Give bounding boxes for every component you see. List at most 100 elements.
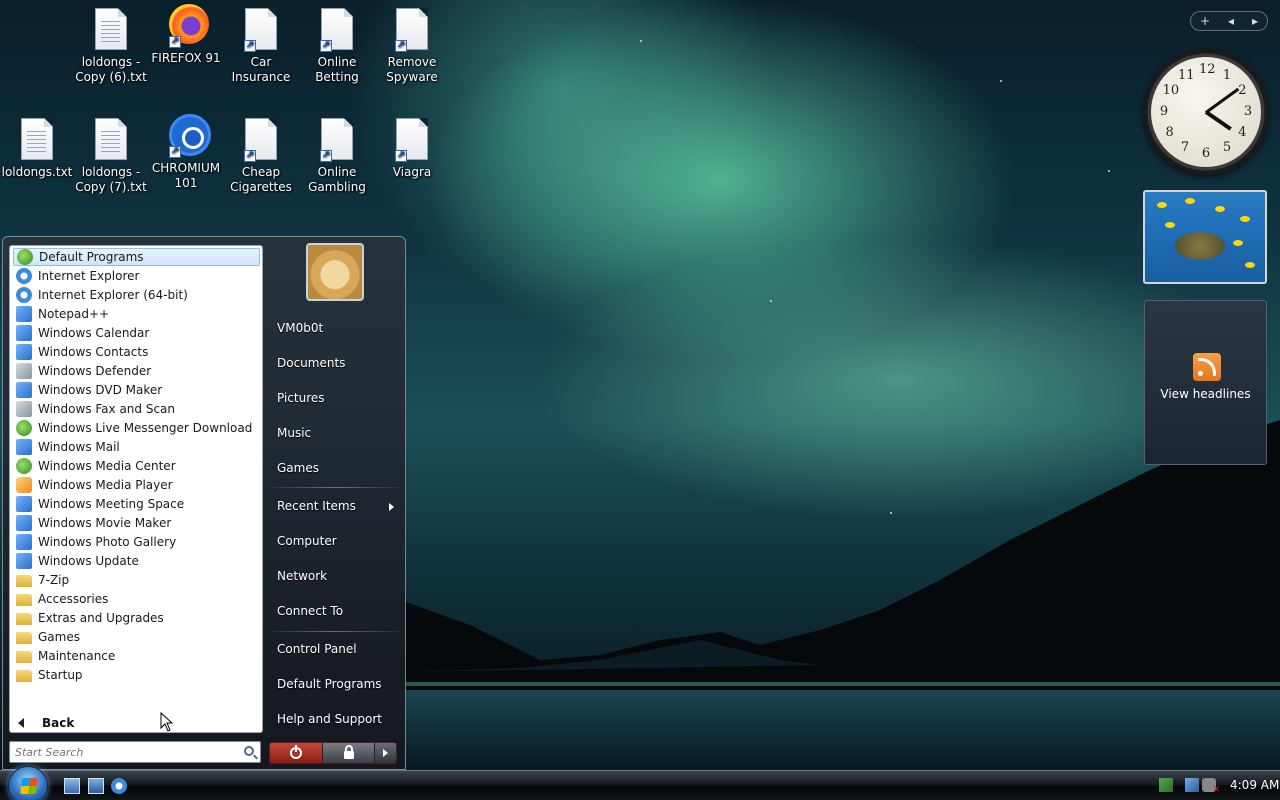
program-item[interactable]: Internet Explorer (64-bit) xyxy=(13,286,260,304)
start-menu: Back Default Programs Internet Explorer In… xyxy=(2,236,406,770)
program-item[interactable]: Windows Update xyxy=(13,552,260,570)
program-item[interactable]: Maintenance xyxy=(13,647,260,665)
music-link[interactable]: Music xyxy=(277,426,311,440)
shortcut-arrow-icon: ↗ xyxy=(244,150,256,162)
program-label: Windows Fax and Scan xyxy=(38,402,176,416)
games-link[interactable]: Games xyxy=(277,461,319,475)
program-item[interactable]: Extras and Upgrades xyxy=(13,609,260,627)
program-item[interactable]: Windows Defender xyxy=(13,362,260,380)
desktop-icon-online-betting[interactable]: ↗ Online Betting xyxy=(297,8,377,85)
clock-gadget[interactable]: 12 1 2 3 4 5 6 7 8 9 10 11 xyxy=(1143,49,1269,175)
desktop-icon-loldongs-copy-7[interactable]: loldongs - Copy (7).txt xyxy=(71,118,151,195)
mouse-cursor-icon xyxy=(160,712,174,732)
slideshow-gadget[interactable] xyxy=(1143,190,1267,284)
program-item[interactable]: Windows Media Player xyxy=(13,476,260,494)
internet-explorer-icon[interactable] xyxy=(111,778,127,794)
add-gadget-button[interactable]: + xyxy=(1200,14,1210,28)
network-link[interactable]: Network xyxy=(277,569,327,583)
desktop-icon-loldongs[interactable]: loldongs.txt xyxy=(0,118,77,180)
clock-hour-hand xyxy=(1204,110,1232,131)
tray-app-icon[interactable] xyxy=(1159,778,1173,792)
fish-shape xyxy=(1245,262,1255,268)
program-item[interactable]: Default Programs xyxy=(13,248,260,266)
taskbar-clock[interactable]: 4:09 AM xyxy=(1230,778,1279,792)
search-icon[interactable] xyxy=(244,746,254,756)
user-folder-link[interactable]: VM0b0t xyxy=(277,321,323,335)
shortcut-arrow-icon: ↗ xyxy=(169,146,181,158)
program-item[interactable]: Windows Movie Maker xyxy=(13,514,260,532)
program-label: Windows DVD Maker xyxy=(38,383,163,397)
desktop-icon-label: Remove Spyware xyxy=(386,55,438,84)
program-item[interactable]: 7-Zip xyxy=(13,571,260,589)
clock-numeral: 9 xyxy=(1159,104,1169,119)
program-item[interactable]: Windows DVD Maker xyxy=(13,381,260,399)
help-and-support-link[interactable]: Help and Support xyxy=(277,712,382,726)
clock-numeral: 6 xyxy=(1201,146,1211,161)
power-button[interactable] xyxy=(270,743,322,763)
program-item[interactable]: Windows Live Messenger Download xyxy=(13,419,260,437)
user-avatar[interactable] xyxy=(306,243,364,301)
start-search-input[interactable] xyxy=(15,745,230,759)
shortcut-arrow-icon: ↗ xyxy=(395,150,407,162)
program-label: Internet Explorer (64-bit) xyxy=(38,288,188,302)
back-label: Back xyxy=(42,716,75,730)
desktop-icon-loldongs-copy-6[interactable]: loldongs - Copy (6).txt xyxy=(71,8,151,85)
sea-turtle-picture xyxy=(1175,232,1225,260)
default-programs-link[interactable]: Default Programs xyxy=(277,677,382,691)
desktop-icon-viagra[interactable]: ↗ Viagra xyxy=(372,118,452,180)
clock-numeral: 12 xyxy=(1199,62,1216,77)
program-label: Notepad++ xyxy=(38,307,110,321)
program-item[interactable]: Internet Explorer xyxy=(13,267,260,285)
program-label: Windows Defender xyxy=(38,364,152,378)
start-button[interactable] xyxy=(8,766,48,800)
volume-muted-icon[interactable] xyxy=(1202,778,1220,795)
desktop-icon-cheap-cigarettes[interactable]: ↗ Cheap Cigarettes xyxy=(221,118,301,195)
control-panel-link[interactable]: Control Panel xyxy=(277,642,357,656)
program-item[interactable]: Startup xyxy=(13,666,260,684)
recent-items-link[interactable]: Recent Items xyxy=(277,499,356,513)
next-gadgets-button[interactable]: ▸ xyxy=(1252,14,1258,28)
previous-gadgets-button[interactable]: ◂ xyxy=(1228,14,1234,28)
program-item[interactable]: Windows Contacts xyxy=(13,343,260,361)
show-desktop-icon[interactable] xyxy=(64,778,80,794)
separator xyxy=(271,631,399,632)
switch-windows-icon[interactable] xyxy=(88,778,104,794)
desktop-icon-remove-spyware[interactable]: ↗ Remove Spyware xyxy=(372,8,452,85)
text-file-icon xyxy=(20,118,54,162)
view-headlines-label[interactable]: View headlines xyxy=(1145,387,1266,401)
program-icon xyxy=(16,553,32,569)
program-label: Default Programs xyxy=(39,250,144,264)
fish-shape xyxy=(1157,202,1167,208)
documents-link[interactable]: Documents xyxy=(277,356,345,370)
shortcut-arrow-icon: ↗ xyxy=(320,40,332,52)
lock-button[interactable] xyxy=(322,743,374,763)
pictures-link[interactable]: Pictures xyxy=(277,391,325,405)
program-item[interactable]: Windows Photo Gallery xyxy=(13,533,260,551)
program-item[interactable]: Windows Fax and Scan xyxy=(13,400,260,418)
program-icon xyxy=(16,515,32,531)
desktop-icon-car-insurance[interactable]: ↗ Car Insurance xyxy=(221,8,301,85)
program-item[interactable]: Games xyxy=(13,628,260,646)
program-label: Maintenance xyxy=(38,649,116,663)
network-icon[interactable] xyxy=(1185,778,1199,792)
desktop-icon-firefox-91[interactable]: ↗ FIREFOX 91 xyxy=(146,4,226,66)
program-item[interactable]: Accessories xyxy=(13,590,260,608)
desktop-icon-online-gambling[interactable]: ↗ Online Gambling xyxy=(297,118,377,195)
computer-link[interactable]: Computer xyxy=(277,534,337,548)
program-label: Windows Live Messenger Download xyxy=(38,421,253,435)
feed-headlines-gadget[interactable]: View headlines xyxy=(1144,300,1267,465)
folder-icon xyxy=(16,575,32,587)
connect-to-link[interactable]: Connect To xyxy=(277,604,343,618)
program-label: Internet Explorer xyxy=(38,269,140,283)
program-item[interactable]: Notepad++ xyxy=(13,305,260,323)
start-search-box[interactable] xyxy=(9,741,261,763)
program-item[interactable]: Windows Meeting Space xyxy=(13,495,260,513)
back-button[interactable]: Back xyxy=(18,716,74,730)
shutdown-options-button[interactable] xyxy=(374,743,396,763)
program-item[interactable]: Windows Mail xyxy=(13,438,260,456)
program-item[interactable]: Windows Calendar xyxy=(13,324,260,342)
program-item[interactable]: Windows Media Center xyxy=(13,457,260,475)
desktop-icon-chromium-101[interactable]: ↗ CHROMIUM 101 xyxy=(146,114,226,191)
program-label: Startup xyxy=(38,668,83,682)
clock-face: 12 1 2 3 4 5 6 7 8 9 10 11 xyxy=(1151,57,1261,167)
